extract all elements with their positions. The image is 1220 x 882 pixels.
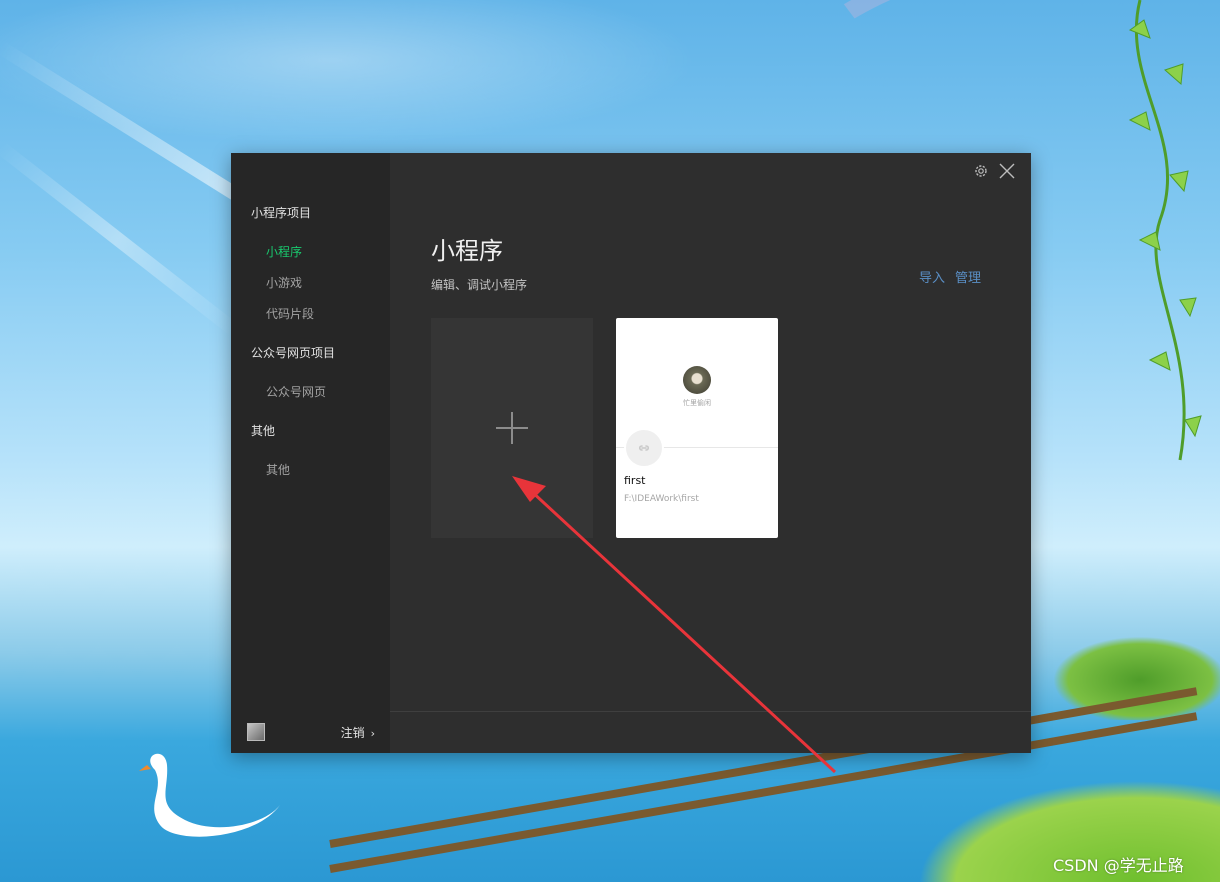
chevron-right-icon: › bbox=[370, 727, 375, 740]
logout-label: 注销 bbox=[340, 726, 365, 740]
background-swan bbox=[139, 753, 280, 837]
plus-icon bbox=[511, 412, 513, 444]
import-link[interactable]: 导入 bbox=[919, 271, 945, 286]
watermark: CSDN @学无止路 bbox=[1053, 856, 1184, 875]
background-vine bbox=[1128, 0, 1202, 461]
manage-link[interactable]: 管理 bbox=[955, 271, 981, 286]
sidebar: 小程序项目 小程序 小游戏 代码片段 公众号网页项目 公众号网页 其他 其他 注… bbox=[231, 153, 390, 753]
project-owner-avatar bbox=[683, 366, 711, 394]
close-icon[interactable] bbox=[998, 162, 1016, 180]
project-card[interactable]: 忙里偷闲 first F:\IDEAWork\first bbox=[616, 318, 778, 538]
page-title: 小程序 bbox=[431, 237, 503, 265]
sidebar-section-mini-program-projects: 小程序项目 bbox=[251, 206, 312, 220]
sidebar-footer: 注销 › bbox=[247, 723, 375, 741]
gear-icon[interactable] bbox=[973, 163, 989, 179]
logout-button[interactable]: 注销 › bbox=[341, 724, 375, 741]
sidebar-item-mini-program[interactable]: 小程序 bbox=[266, 243, 302, 260]
sidebar-item-other[interactable]: 其他 bbox=[266, 461, 290, 478]
project-actions: 导入 管理 bbox=[919, 267, 981, 286]
sidebar-item-mini-game[interactable]: 小游戏 bbox=[266, 274, 302, 291]
main-panel: 小程序 编辑、调试小程序 导入 管理 忙里偷闲 first F:\IDEAWork… bbox=[390, 153, 1031, 753]
sidebar-section-official-account-web: 公众号网页项目 bbox=[251, 346, 336, 360]
devtools-start-window: 小程序项目 小程序 小游戏 代码片段 公众号网页项目 公众号网页 其他 其他 注… bbox=[231, 153, 1031, 753]
project-name: first bbox=[624, 474, 646, 487]
page-subtitle: 编辑、调试小程序 bbox=[431, 278, 528, 292]
sidebar-item-official-account-web[interactable]: 公众号网页 bbox=[266, 383, 326, 400]
user-avatar[interactable] bbox=[247, 723, 265, 741]
project-path: F:\IDEAWork\first bbox=[624, 494, 699, 504]
mini-program-link-icon bbox=[624, 428, 664, 468]
new-project-card[interactable] bbox=[431, 318, 593, 538]
sidebar-item-code-snippet[interactable]: 代码片段 bbox=[266, 305, 314, 322]
project-owner-name: 忙里偷闲 bbox=[683, 399, 711, 407]
footer-divider bbox=[390, 711, 1031, 712]
sidebar-section-other: 其他 bbox=[251, 424, 276, 438]
